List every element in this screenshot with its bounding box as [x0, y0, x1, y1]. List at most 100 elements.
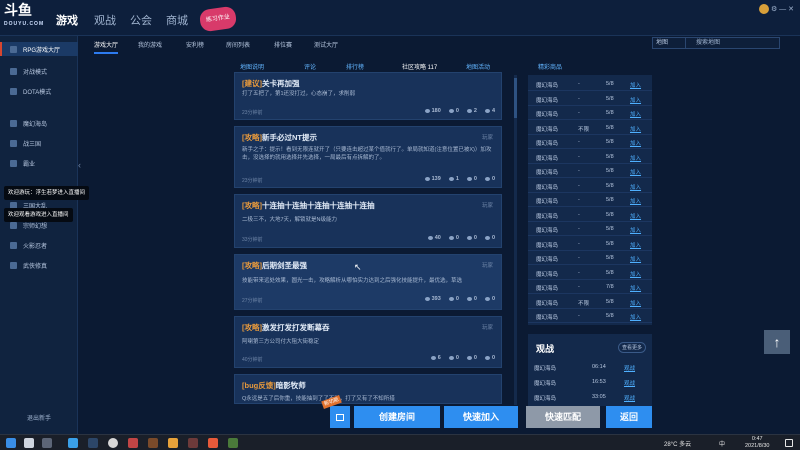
join-button[interactable]: 加入	[630, 270, 641, 278]
shares-stat[interactable]: 0	[484, 176, 495, 182]
nav-guild[interactable]: 公会	[130, 12, 152, 28]
search-input[interactable]: 搜索地图	[685, 37, 780, 49]
likes-stat[interactable]: 0	[448, 296, 459, 302]
likes-stat[interactable]: 0	[448, 355, 459, 361]
join-button[interactable]: 加入	[630, 226, 641, 234]
join-button[interactable]: 加入	[630, 241, 641, 249]
edge-icon[interactable]	[68, 438, 78, 448]
join-button[interactable]: 加入	[630, 81, 641, 89]
sidebar-item-game[interactable]: 火影忍者	[0, 238, 78, 252]
app-icon[interactable]	[188, 438, 198, 448]
tab-leaderboard[interactable]: 排行榜	[346, 62, 364, 71]
tab-room-list[interactable]: 房间列表	[226, 40, 250, 49]
chrome-icon[interactable]	[108, 438, 118, 448]
watch-button[interactable]: 观战	[624, 364, 635, 372]
input-language[interactable]: 中	[719, 439, 725, 448]
shares-stat[interactable]: 4	[484, 108, 495, 114]
post-author[interactable]: 玩家	[482, 201, 493, 209]
back-to-top-icon[interactable]: ↑	[764, 330, 790, 354]
sidebar-item-game[interactable]: 魔幻海岛	[0, 116, 78, 130]
tab-game-hall[interactable]: 游戏大厅	[94, 40, 119, 54]
search-icon[interactable]	[24, 438, 34, 448]
comments-stat[interactable]: 0	[466, 235, 477, 241]
sidebar-item-dota[interactable]: DOTA模式	[0, 84, 78, 98]
likes-stat[interactable]: 1	[448, 176, 459, 182]
tab-test-hall[interactable]: 测试大厅	[314, 40, 338, 49]
back-button[interactable]: 返回	[606, 406, 652, 428]
comments-stat[interactable]: 2	[466, 108, 477, 114]
join-button[interactable]: 加入	[630, 299, 641, 307]
comments-stat[interactable]: 0	[466, 176, 477, 182]
exit-newbie-button[interactable]: 退出新手	[0, 412, 78, 426]
taskbar-clock[interactable]: 0:47 2021/8/30	[745, 436, 769, 450]
join-button[interactable]: 加入	[630, 197, 641, 205]
collapse-sidebar-icon[interactable]: ‹	[78, 160, 81, 170]
join-button[interactable]: 加入	[630, 139, 641, 147]
shares-stat[interactable]: 0	[484, 235, 495, 241]
tab-ranked[interactable]: 排位赛	[274, 40, 292, 49]
app-icon[interactable]	[128, 438, 138, 448]
join-button[interactable]: 加入	[630, 284, 641, 292]
join-button[interactable]: 加入	[630, 313, 641, 321]
tab-shop-items[interactable]: 精彩商品	[538, 62, 562, 71]
watch-button[interactable]: 观战	[624, 394, 635, 402]
taskview-icon[interactable]	[42, 438, 52, 448]
nav-shop[interactable]: 商城	[166, 12, 188, 28]
post-card[interactable]: [攻略]新手必过NT提示 玩家 新手之子：提示！看到无限连就开了（只要连击超过某…	[234, 126, 502, 188]
windows-start-icon[interactable]	[6, 438, 16, 448]
weather-widget[interactable]: 28°C 多云	[664, 439, 691, 448]
post-card[interactable]: [攻略]后期剑圣最强 玩家 技能带来远处效果，圆光一击，攻略解析从哪怕实力达到之…	[234, 254, 502, 310]
app-icon[interactable]	[228, 438, 238, 448]
close-icon[interactable]: ✕	[788, 6, 794, 13]
post-author[interactable]: 玩家	[482, 133, 493, 141]
douyu-app-icon[interactable]	[208, 438, 218, 448]
sidebar-item-rpg-hall[interactable]: RPG游戏大厅	[0, 42, 78, 56]
likes-stat[interactable]: 0	[448, 235, 459, 241]
post-author[interactable]: 玩家	[482, 323, 493, 331]
join-button[interactable]: 加入	[630, 183, 641, 191]
quick-match-button[interactable]: 快速匹配	[526, 406, 600, 428]
post-author[interactable]: 玩家	[482, 261, 493, 269]
nav-game[interactable]: 游戏	[56, 12, 78, 28]
tab-map-info[interactable]: 地图说明	[240, 62, 264, 71]
shares-stat[interactable]: 0	[484, 355, 495, 361]
comments-stat[interactable]: 0	[466, 296, 477, 302]
sidebar-item-game[interactable]: 战三国	[0, 136, 78, 150]
window-controls[interactable]: ⚙ — ✕	[758, 4, 794, 14]
steam-icon[interactable]	[88, 438, 98, 448]
join-button[interactable]: 加入	[630, 125, 641, 133]
tab-my-games[interactable]: 我的游戏	[138, 40, 162, 49]
promo-badge[interactable]: 练习作业	[198, 5, 238, 33]
shares-stat[interactable]: 0	[484, 296, 495, 302]
scrollbar-thumb[interactable]	[514, 78, 517, 118]
nav-watch[interactable]: 观战	[94, 12, 116, 28]
likes-stat[interactable]: 0	[448, 108, 459, 114]
sidebar-item-game[interactable]: 霸业	[0, 156, 78, 170]
post-card[interactable]: [攻略]激发打发打发断幕吞 玩家 阿喇第三方公司付大阻大街稳定 40分钟前 6 …	[234, 316, 502, 368]
minimize-icon[interactable]: —	[779, 6, 786, 13]
join-button[interactable]: 加入	[630, 212, 641, 220]
quick-join-button[interactable]: 快速加入	[444, 406, 518, 428]
room-icon-button[interactable]	[330, 406, 350, 428]
folder-icon[interactable]	[168, 438, 178, 448]
join-button[interactable]: 加入	[630, 154, 641, 162]
watch-button[interactable]: 观战	[624, 379, 635, 387]
app-icon[interactable]	[148, 438, 158, 448]
join-button[interactable]: 加入	[630, 110, 641, 118]
notification-icon[interactable]	[785, 439, 793, 447]
posts-scrollbar[interactable]	[514, 75, 517, 405]
post-card[interactable]: [攻略]十连抽十连抽十连抽十连抽十连抽 玩家 二极三不，大地7天，解锁就是N级能…	[234, 194, 502, 248]
join-button[interactable]: 加入	[630, 168, 641, 176]
tab-map-events[interactable]: 地图活动	[466, 62, 490, 71]
sidebar-item-game[interactable]: 武侠修真	[0, 258, 78, 272]
tab-recommend[interactable]: 安利榜	[186, 40, 204, 49]
create-room-button[interactable]: 创建房间	[354, 406, 440, 428]
settings-icon[interactable]: ⚙	[771, 6, 777, 13]
tab-comments[interactable]: 评论	[304, 62, 316, 71]
comments-stat[interactable]: 0	[466, 355, 477, 361]
join-button[interactable]: 加入	[630, 96, 641, 104]
post-card[interactable]: [建议]关卡再加强 打了五把了，第1还没打过，心态崩了，求削弱 23分钟前 18…	[234, 72, 502, 120]
join-button[interactable]: 加入	[630, 255, 641, 263]
avatar[interactable]	[758, 4, 769, 14]
sidebar-item-battle[interactable]: 对战模式	[0, 64, 78, 78]
